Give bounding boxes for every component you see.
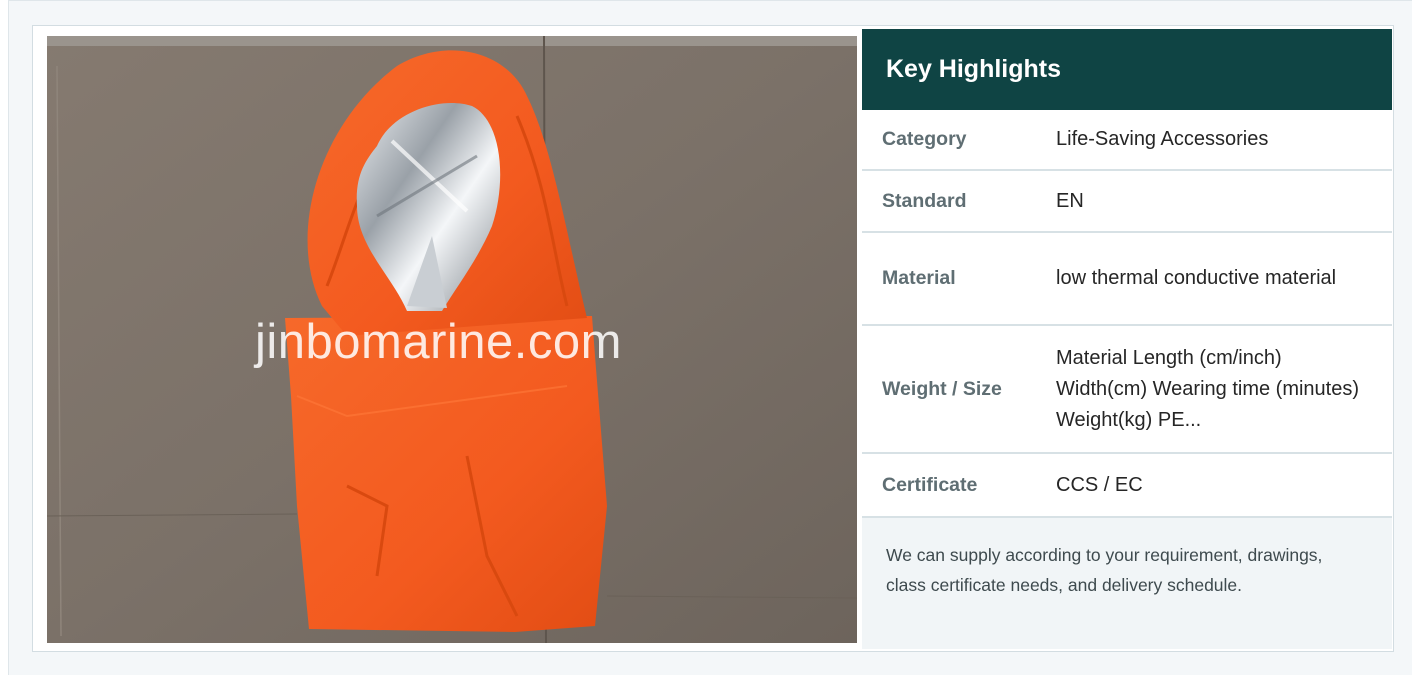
supply-note: We can supply according to your requirem… bbox=[862, 518, 1392, 649]
highlight-row-standard: Standard EN bbox=[862, 171, 1392, 233]
row-label: Weight / Size bbox=[882, 377, 1002, 400]
product-image[interactable]: jinbomarine.com bbox=[47, 36, 857, 643]
product-card: jinbomarine.com Key Highlights Category … bbox=[32, 25, 1394, 652]
highlight-row-category: Category Life-Saving Accessories bbox=[862, 110, 1392, 171]
row-value: low thermal conductive material bbox=[1056, 267, 1337, 289]
row-label: Material bbox=[882, 267, 956, 289]
highlight-row-weight-size: Weight / Size Material Length (cm/inch) … bbox=[862, 326, 1392, 454]
watermark-text: jinbomarine.com bbox=[255, 315, 622, 369]
row-label: Standard bbox=[882, 189, 967, 212]
highlight-row-material: Material low thermal conductive material bbox=[862, 233, 1392, 326]
row-value: CCS / EC bbox=[1056, 473, 1143, 496]
highlight-row-certificate: Certificate CCS / EC bbox=[862, 454, 1392, 518]
panel-title: Key Highlights bbox=[862, 29, 1392, 110]
row-label: Category bbox=[882, 128, 967, 150]
row-value: Material Length (cm/inch) Width(cm) Wear… bbox=[1056, 346, 1360, 431]
row-value: Life-Saving Accessories bbox=[1056, 128, 1269, 150]
page: jinbomarine.com Key Highlights Category … bbox=[8, 0, 1412, 675]
row-value: EN bbox=[1056, 189, 1084, 212]
row-label: Certificate bbox=[882, 473, 978, 496]
key-highlights-panel: Key Highlights Category Life-Saving Acce… bbox=[862, 29, 1392, 651]
